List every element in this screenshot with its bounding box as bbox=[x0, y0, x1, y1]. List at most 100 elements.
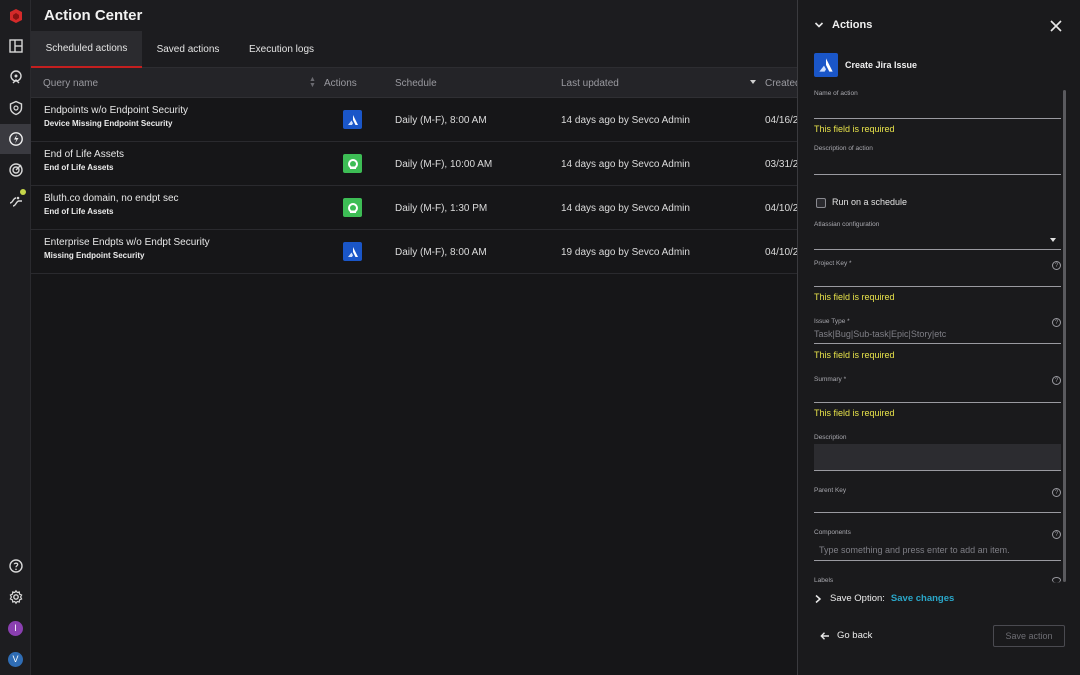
help-icon[interactable]: ? bbox=[1052, 530, 1061, 539]
field-label: Description of action bbox=[814, 145, 873, 152]
radar-icon[interactable] bbox=[0, 155, 31, 185]
save-option[interactable]: Save Option: Save changes bbox=[814, 593, 954, 604]
field-label: Atlassian configuration bbox=[814, 221, 880, 228]
help-icon[interactable] bbox=[1052, 577, 1061, 583]
service-icon[interactable] bbox=[343, 198, 362, 217]
column-header-actions[interactable]: Actions bbox=[324, 68, 357, 98]
app-root: I V Action Center Scheduled actions Save… bbox=[0, 0, 1080, 675]
last-updated-cell: 14 days ago by Sevco Admin bbox=[561, 203, 690, 214]
atlassian-configuration-select[interactable]: Atlassian configuration bbox=[814, 221, 1061, 250]
field-underline bbox=[814, 249, 1061, 250]
save-changes-link[interactable]: Save changes bbox=[891, 593, 954, 604]
required-message: This field is required bbox=[814, 292, 895, 302]
components-placeholder: Type something and press enter to add an… bbox=[819, 545, 1010, 555]
field-underline bbox=[814, 118, 1061, 119]
schedule-cell: Daily (M-F), 8:00 AM bbox=[395, 115, 487, 126]
query-subtitle: Device Missing Endpoint Security bbox=[44, 119, 173, 128]
integrations-icon[interactable] bbox=[0, 186, 31, 216]
action-type: Create Jira Issue bbox=[814, 53, 917, 77]
description-label-wrap: Description bbox=[814, 434, 1061, 444]
field-underline bbox=[814, 174, 1061, 175]
schedule-cell: Daily (M-F), 1:30 PM bbox=[395, 203, 488, 214]
summary-field[interactable]: Summary * bbox=[814, 376, 1061, 403]
dashboard-icon[interactable] bbox=[0, 31, 31, 61]
go-back-button[interactable]: Go back bbox=[820, 630, 872, 641]
field-underline bbox=[814, 402, 1061, 403]
column-header-schedule[interactable]: Schedule bbox=[395, 68, 437, 98]
column-header-created[interactable]: Created bbox=[765, 68, 801, 98]
column-header-last-updated[interactable]: Last updated bbox=[561, 68, 619, 98]
query-subtitle: End of Life Assets bbox=[44, 207, 114, 216]
main-content: Action Center Scheduled actions Saved ac… bbox=[31, 0, 801, 675]
labels-field[interactable]: Labels bbox=[814, 577, 1061, 585]
shield-icon[interactable] bbox=[0, 93, 31, 123]
name-of-action-field[interactable]: Name of action bbox=[814, 90, 1061, 119]
schedule-cell: Daily (M-F), 8:00 AM bbox=[395, 247, 487, 258]
query-name: End of Life Assets bbox=[44, 149, 125, 160]
field-label: Name of action bbox=[814, 90, 858, 97]
field-underline bbox=[814, 343, 1061, 344]
last-updated-cell: 19 days ago by Sevco Admin bbox=[561, 247, 690, 258]
sort-descending-icon[interactable] bbox=[750, 80, 756, 84]
required-message: This field is required bbox=[814, 408, 895, 418]
run-on-schedule-label[interactable]: Run on a schedule bbox=[832, 197, 907, 207]
panel-scrollbar[interactable] bbox=[1063, 90, 1066, 582]
help-icon[interactable]: ? bbox=[1052, 261, 1061, 270]
action-type-label: Create Jira Issue bbox=[845, 60, 918, 70]
insights-icon[interactable] bbox=[0, 62, 31, 92]
tab-saved-actions[interactable]: Saved actions bbox=[142, 31, 234, 68]
actions-panel: Actions Create Jira Issue Name of action… bbox=[797, 0, 1080, 675]
left-nav-rail: I V bbox=[0, 0, 31, 675]
field-label: Components bbox=[814, 529, 851, 536]
table-row[interactable]: End of Life Assets End of Life Assets Da… bbox=[31, 142, 798, 186]
sevco-logo-icon[interactable] bbox=[0, 1, 31, 31]
table-row[interactable]: Bluth.co domain, no endpt sec End of Lif… bbox=[31, 186, 799, 230]
help-icon[interactable]: ? bbox=[1052, 318, 1061, 327]
table-row[interactable]: Endpoints w/o Endpoint Security Device M… bbox=[31, 98, 799, 142]
field-underline bbox=[814, 512, 1061, 513]
field-underline bbox=[814, 560, 1061, 561]
panel-title: Actions bbox=[832, 19, 873, 31]
field-underline bbox=[814, 286, 1061, 287]
tab-scheduled-actions[interactable]: Scheduled actions bbox=[31, 31, 142, 68]
query-name-cell: End of Life Assets End of Life Assets bbox=[44, 149, 124, 172]
save-action-button[interactable]: Save action bbox=[993, 625, 1065, 647]
query-name-cell: Enterprise Endpts w/o Endpt Security Mis… bbox=[44, 237, 210, 260]
jira-icon bbox=[814, 53, 838, 77]
project-key-field[interactable]: Project Key * bbox=[814, 260, 1061, 287]
service-icon[interactable] bbox=[343, 154, 362, 173]
parent-key-field[interactable]: Parent Key bbox=[814, 487, 1061, 513]
description-textarea[interactable] bbox=[814, 444, 1061, 471]
chevron-right-icon[interactable] bbox=[814, 594, 822, 604]
field-label: Issue Type * bbox=[814, 318, 850, 325]
panel-header[interactable]: Actions bbox=[814, 19, 872, 31]
issue-type-placeholder: Task|Bug|Sub-task|Epic|Story|etc bbox=[814, 329, 947, 339]
query-name-cell: Bluth.co domain, no endpt sec End of Lif… bbox=[44, 193, 179, 216]
tab-execution-logs[interactable]: Execution logs bbox=[234, 31, 329, 68]
created-cell: 04/10/2 bbox=[765, 203, 799, 214]
query-subtitle: Missing Endpoint Security bbox=[44, 251, 145, 260]
jira-icon[interactable] bbox=[343, 242, 362, 261]
help-icon[interactable] bbox=[0, 551, 31, 581]
query-subtitle: End of Life Assets bbox=[44, 163, 114, 172]
org-avatar[interactable]: I bbox=[0, 613, 31, 643]
gear-icon[interactable] bbox=[0, 582, 31, 612]
action-center-icon[interactable] bbox=[0, 124, 31, 154]
description-of-action-field[interactable]: Description of action bbox=[814, 145, 1061, 175]
table-row[interactable]: Enterprise Endpts w/o Endpt Security Mis… bbox=[31, 230, 799, 274]
column-header-query-name[interactable]: Query name bbox=[43, 68, 98, 98]
help-icon[interactable]: ? bbox=[1052, 376, 1061, 385]
chevron-down-icon[interactable] bbox=[814, 20, 824, 30]
run-on-schedule-checkbox[interactable] bbox=[816, 198, 826, 208]
created-cell: 04/10/2 bbox=[765, 247, 799, 258]
title-bar: Action Center bbox=[31, 0, 797, 31]
help-icon[interactable]: ? bbox=[1052, 488, 1061, 497]
jira-icon[interactable] bbox=[343, 110, 362, 129]
dropdown-caret-icon[interactable] bbox=[1050, 238, 1056, 242]
close-icon[interactable] bbox=[1049, 19, 1063, 33]
query-name-cell: Endpoints w/o Endpoint Security Device M… bbox=[44, 105, 188, 128]
user-avatar[interactable]: V bbox=[0, 644, 31, 674]
created-cell: 04/16/2 bbox=[765, 115, 799, 126]
query-name: Endpoints w/o Endpoint Security bbox=[44, 105, 188, 116]
sort-icon[interactable]: ▲ ▼ bbox=[309, 76, 316, 89]
